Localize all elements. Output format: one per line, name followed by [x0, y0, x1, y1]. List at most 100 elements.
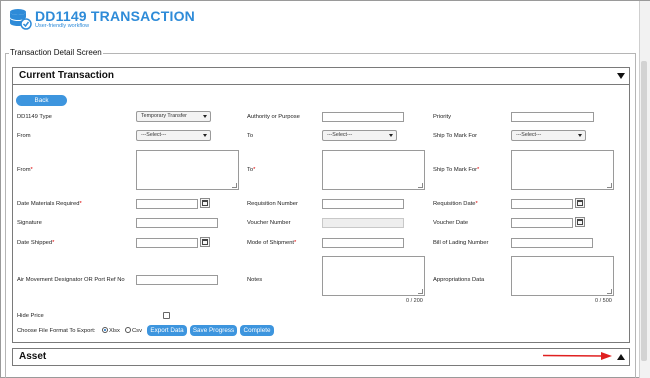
voucher-number-input: [322, 218, 404, 228]
calendar-glyph: [202, 200, 208, 206]
notes-textarea[interactable]: [322, 256, 425, 296]
calendar-glyph: [577, 219, 583, 225]
current-transaction-header[interactable]: Current Transaction: [12, 67, 630, 85]
bill-of-lading-input[interactable]: [511, 238, 593, 248]
requisition-date-label: Requisition Date*: [433, 201, 478, 207]
voucher-number-label: Voucher Number: [247, 220, 291, 226]
calendar-icon[interactable]: [575, 198, 585, 208]
required-marker: *: [253, 167, 256, 173]
priority-label: Priority: [433, 114, 452, 120]
mode-of-shipment-input[interactable]: [322, 238, 404, 248]
ship-to-select-value: ---Select---: [516, 132, 542, 138]
chevron-down-icon: [203, 115, 207, 118]
calendar-icon[interactable]: [575, 217, 585, 227]
date-materials-input[interactable]: [136, 199, 198, 209]
resize-grip-icon[interactable]: [418, 289, 423, 294]
current-transaction-body: [12, 85, 630, 343]
authority-label: Authority or Purpose: [247, 114, 300, 120]
csv-radio[interactable]: [125, 327, 131, 333]
mode-of-shipment-label: Mode of Shipment*: [247, 240, 296, 246]
current-transaction-title: Current Transaction: [19, 70, 115, 81]
required-marker: *: [477, 167, 480, 173]
calendar-icon[interactable]: [200, 198, 210, 208]
resize-grip-icon[interactable]: [607, 183, 612, 188]
to-text-label: To*: [247, 167, 255, 173]
voucher-date-input[interactable]: [511, 218, 573, 228]
appropriations-textarea[interactable]: [511, 256, 614, 296]
ship-to-select-label: Ship To Mark For: [433, 133, 478, 139]
air-movement-input[interactable]: [136, 275, 218, 285]
ship-to-text-label: Ship To Mark For*: [433, 167, 479, 173]
requisition-number-input[interactable]: [322, 199, 404, 209]
red-arrow-icon: [542, 352, 612, 360]
ship-to-select[interactable]: ---Select---: [511, 130, 586, 141]
from-text-label: From*: [17, 167, 33, 173]
notes-counter: 0 / 200: [406, 298, 423, 304]
resize-grip-icon[interactable]: [418, 183, 423, 188]
from-text-label-text: From: [17, 167, 31, 173]
required-marker: *: [79, 201, 82, 207]
signature-input[interactable]: [136, 218, 218, 228]
date-materials-label: Date Materials Required*: [17, 201, 82, 207]
date-shipped-input[interactable]: [136, 238, 198, 248]
appropriations-counter: 0 / 500: [595, 298, 612, 304]
asset-title: Asset: [19, 351, 47, 362]
database-icon: [10, 9, 32, 30]
notes-label: Notes: [247, 277, 263, 283]
save-progress-button[interactable]: Save Progress: [190, 325, 237, 336]
app-window: DD1149 TRANSACTION User-friendly workflo…: [0, 0, 650, 378]
dd1149-type-select[interactable]: Temporary Transfer: [136, 111, 211, 122]
app-title: DD1149 TRANSACTION: [35, 8, 195, 24]
ship-to-textarea[interactable]: [511, 150, 614, 190]
triangle-up-icon[interactable]: [617, 354, 625, 360]
to-select-label: To: [247, 133, 254, 139]
from-select-value: ---Select---: [141, 132, 167, 138]
priority-input[interactable]: [511, 112, 594, 122]
app-subtitle: User-friendly workflow: [35, 23, 90, 29]
resize-grip-icon[interactable]: [607, 289, 612, 294]
xlsx-radio[interactable]: [102, 327, 108, 333]
scrollbar-thumb[interactable]: [641, 61, 647, 361]
to-textarea[interactable]: [322, 150, 425, 190]
complete-button[interactable]: Complete: [240, 325, 274, 336]
from-textarea[interactable]: [136, 150, 239, 190]
required-marker: *: [294, 240, 297, 246]
calendar-glyph: [202, 239, 208, 245]
to-select[interactable]: ---Select---: [322, 130, 397, 141]
from-select-label: From: [17, 133, 31, 139]
chevron-down-icon: [203, 134, 207, 137]
date-shipped-label: Date Shipped*: [17, 240, 54, 246]
hide-price-label: Hide Price: [17, 313, 44, 319]
chevron-down-icon: [389, 134, 393, 137]
calendar-icon[interactable]: [200, 237, 210, 247]
csv-option-label: Csv: [132, 328, 142, 334]
hide-price-checkbox[interactable]: [163, 312, 170, 319]
dd1149-type-label: DD1149 Type: [17, 114, 52, 120]
mode-of-shipment-label-text: Mode of Shipment: [247, 240, 295, 246]
asset-header[interactable]: Asset: [12, 348, 630, 366]
voucher-date-label: Voucher Date: [433, 220, 469, 226]
date-shipped-label-text: Date Shipped: [17, 240, 53, 246]
export-format-label: Choose File Format To Export:: [17, 328, 96, 334]
xlsx-option-label: Xlsx: [109, 328, 120, 334]
required-marker: *: [475, 201, 478, 207]
dd1149-type-value: Temporary Transfer: [141, 113, 187, 119]
calendar-glyph: [577, 200, 583, 206]
air-movement-label: Air Movement Designator OR Port Ref No: [17, 277, 125, 283]
export-data-button[interactable]: Export Data: [147, 325, 187, 336]
requisition-number-label: Requisition Number: [247, 201, 298, 207]
resize-grip-icon[interactable]: [232, 183, 237, 188]
appropriations-label: Appropriations Data: [433, 277, 485, 283]
to-select-value: ---Select---: [327, 132, 353, 138]
requisition-date-label-text: Requisition Date: [433, 201, 476, 207]
bill-of-lading-label: Bill of Lading Number: [433, 240, 489, 246]
requisition-date-input[interactable]: [511, 199, 573, 209]
authority-input[interactable]: [322, 112, 404, 122]
ship-to-text-label-text: Ship To Mark For: [433, 167, 478, 173]
signature-label: Signature: [17, 220, 42, 226]
date-materials-label-text: Date Materials Required: [17, 201, 80, 207]
required-marker: *: [30, 167, 33, 173]
back-button[interactable]: Back: [16, 95, 67, 106]
from-select[interactable]: ---Select---: [136, 130, 211, 141]
triangle-down-icon[interactable]: [617, 73, 625, 79]
